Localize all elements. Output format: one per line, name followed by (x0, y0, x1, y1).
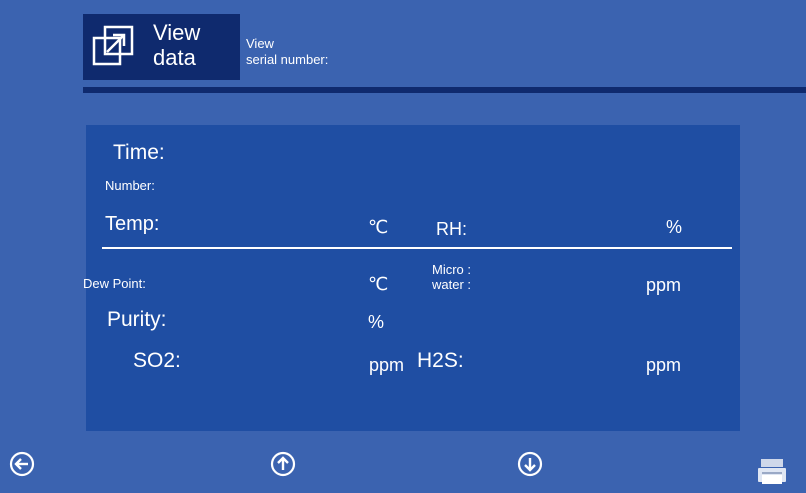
arrow-left-circle-icon (9, 451, 35, 477)
print-button[interactable] (758, 458, 786, 484)
so2-label: SO2: (133, 349, 181, 372)
rh-unit: % (666, 217, 683, 237)
so2-unit: ppm (369, 355, 405, 375)
back-button[interactable] (9, 451, 35, 477)
number-label: Number: (105, 178, 155, 193)
printer-icon (758, 459, 786, 484)
page-title: View data (153, 20, 201, 70)
micro-water-label: Micro : water : (432, 262, 472, 292)
open-external-icon (92, 25, 134, 66)
section-divider (102, 247, 732, 249)
h2s-label: H2S: (417, 349, 464, 372)
serial-number-label: View serial number: (246, 36, 329, 67)
time-label: Time: (113, 141, 165, 164)
temp-unit: ℃ (368, 217, 389, 237)
arrow-down-circle-icon (517, 451, 543, 477)
dew-point-label: Dew Point: (83, 276, 146, 291)
view-data-header: View data (83, 14, 240, 80)
micro-water-unit: ppm (646, 275, 682, 295)
purity-unit: % (368, 312, 385, 332)
next-record-button[interactable] (517, 451, 543, 477)
dew-point-unit: ℃ (368, 274, 389, 294)
temp-label: Temp: (105, 213, 160, 235)
arrow-up-circle-icon (270, 451, 296, 477)
data-panel: Time: Number: Temp: ℃ RH: % Dew Point: ℃… (83, 125, 740, 431)
purity-label: Purity: (107, 308, 167, 331)
header-divider (83, 87, 806, 93)
rh-label: RH: (436, 219, 467, 239)
previous-record-button[interactable] (270, 451, 296, 477)
h2s-unit: ppm (646, 355, 682, 375)
